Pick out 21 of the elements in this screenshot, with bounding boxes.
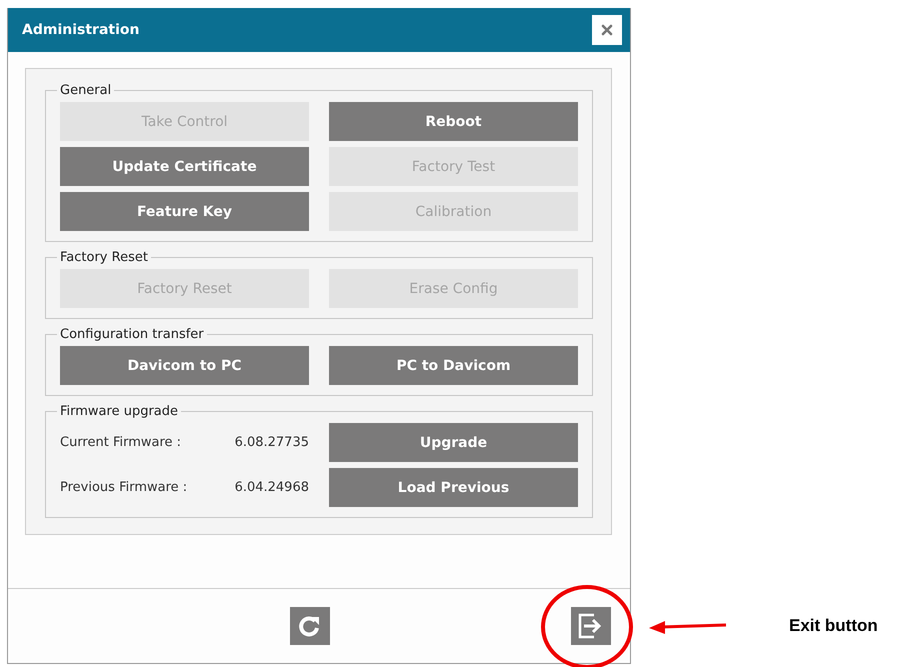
- refresh-button[interactable]: [290, 607, 330, 645]
- close-icon: [601, 24, 613, 36]
- window-title: Administration: [22, 22, 140, 38]
- section-title: Factory Reset: [59, 250, 149, 265]
- action-button[interactable]: Load Previous: [329, 468, 578, 507]
- section-title: Configuration transfer: [59, 327, 205, 342]
- firmware-version: 6.08.27735: [234, 435, 309, 450]
- firmware-label: Previous Firmware :: [60, 480, 188, 495]
- annotation-label: Exit button: [789, 616, 878, 636]
- action-button[interactable]: Reboot: [329, 102, 578, 141]
- action-button[interactable]: Feature Key: [60, 192, 309, 231]
- firmware-version: 6.04.24968: [234, 480, 309, 495]
- action-button[interactable]: PC to Davicom: [329, 346, 578, 385]
- close-button[interactable]: [592, 15, 622, 45]
- section-title: General: [59, 83, 112, 98]
- exit-button[interactable]: [571, 607, 611, 645]
- action-button[interactable]: Update Certificate: [60, 147, 309, 186]
- section-title: Firmware upgrade: [59, 404, 180, 419]
- firmware-label: Current Firmware :: [60, 435, 182, 450]
- action-button[interactable]: Upgrade: [329, 423, 578, 462]
- action-button[interactable]: Davicom to PC: [60, 346, 309, 385]
